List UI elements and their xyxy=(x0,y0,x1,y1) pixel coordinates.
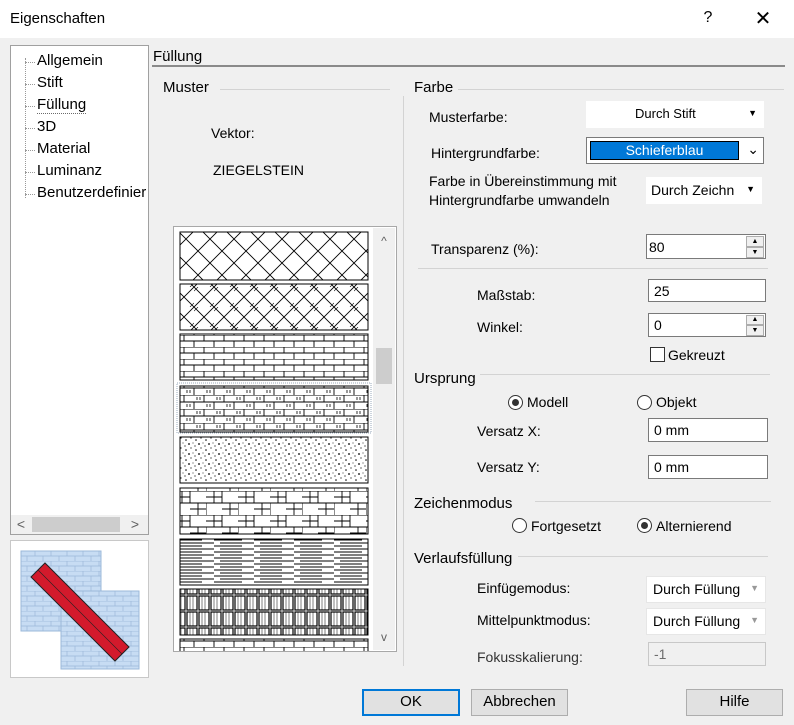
gekreuzt-label: Gekreuzt xyxy=(668,347,725,363)
einfuegemodus-label: Einfügemodus: xyxy=(477,580,571,596)
fokusskalierung-field[interactable]: -1 xyxy=(648,642,766,666)
spin-down-icon[interactable]: ▼ xyxy=(746,247,764,258)
fortgesetzt-radio[interactable] xyxy=(512,518,527,533)
tree-item-allgemein[interactable]: Allgemein xyxy=(37,52,103,69)
chevron-down-icon: ▼ xyxy=(746,184,755,194)
convert-value: Durch Zeichn xyxy=(651,182,735,198)
convert-label-line1: Farbe in Übereinstimmung mit xyxy=(429,173,617,189)
column-divider xyxy=(403,96,404,666)
transparenz-field[interactable]: 80 ▲ ▼ xyxy=(646,234,766,259)
musterfarbe-label: Musterfarbe: xyxy=(429,109,508,125)
versatz-x-label: Versatz X: xyxy=(477,423,541,439)
versatz-y-field[interactable]: 0 mm xyxy=(648,455,768,479)
ok-button[interactable]: OK xyxy=(362,689,460,716)
farbe-heading: Farbe xyxy=(414,79,454,96)
preview-image xyxy=(20,550,140,670)
fokusskalierung-value: -1 xyxy=(654,646,667,662)
pattern-list[interactable] xyxy=(173,226,397,652)
title-bar xyxy=(0,0,794,38)
pattern-name: ZIEGELSTEIN xyxy=(213,162,305,178)
musterfarbe-dropdown[interactable]: Durch Stift ▼ xyxy=(586,101,764,128)
transparenz-value: 80 xyxy=(649,239,665,255)
scroll-up-icon[interactable]: ^ xyxy=(375,234,393,248)
spin-up-icon[interactable]: ▲ xyxy=(746,236,764,247)
tree-item-fuellung[interactable]: Füllung xyxy=(37,96,87,114)
pattern-vertical-scrollbar[interactable] xyxy=(373,228,395,650)
scroll-right-icon[interactable]: > xyxy=(128,516,142,532)
mittelpunktmodus-dropdown[interactable]: Durch Füllung ▼ xyxy=(646,608,766,635)
tab-title: Füllung xyxy=(153,48,203,65)
pattern-swatch[interactable] xyxy=(179,487,369,535)
hintergrundfarbe-label: Hintergrundfarbe: xyxy=(431,145,540,161)
versatz-x-value: 0 mm xyxy=(654,422,689,438)
scroll-thumb[interactable] xyxy=(32,517,120,532)
tree-item-material[interactable]: Material xyxy=(37,140,90,157)
spin-down-icon[interactable]: ▼ xyxy=(746,325,764,336)
scroll-left-icon[interactable]: < xyxy=(14,516,28,532)
alternierend-label: Alternierend xyxy=(656,518,732,534)
fokusskalierung-label: Fokusskalierung: xyxy=(477,649,583,665)
versatz-y-value: 0 mm xyxy=(654,459,689,475)
help-button[interactable]: Hilfe xyxy=(686,689,783,716)
fortgesetzt-label: Fortgesetzt xyxy=(531,518,602,534)
tree-item-stift[interactable]: Stift xyxy=(37,74,63,91)
winkel-field[interactable]: 0 ▲ ▼ xyxy=(648,313,766,337)
einfuegemodus-dropdown[interactable]: Durch Füllung ▼ xyxy=(646,576,766,603)
mittelpunktmodus-value: Durch Füllung xyxy=(653,613,741,629)
pattern-swatch[interactable] xyxy=(179,588,369,636)
objekt-radio[interactable] xyxy=(637,395,652,410)
musterfarbe-value: Durch Stift xyxy=(635,106,696,121)
massstab-field[interactable]: 25 xyxy=(648,279,766,302)
help-icon[interactable]: ? xyxy=(696,6,720,30)
muster-heading: Muster xyxy=(163,79,209,96)
vector-label: Vektor: xyxy=(211,125,255,141)
pattern-swatch[interactable] xyxy=(179,283,369,331)
chevron-down-icon: ⌄ xyxy=(747,141,759,157)
modell-label: Modell xyxy=(527,394,569,410)
window-title: Eigenschaften xyxy=(10,10,106,27)
modell-radio[interactable] xyxy=(508,395,523,410)
mittelpunktmodus-label: Mittelpunktmodus: xyxy=(477,612,591,628)
convert-label-line2: Hintergrundfarbe umwandeln xyxy=(429,192,610,208)
tab-underline xyxy=(152,65,785,67)
chevron-down-icon: ▼ xyxy=(748,108,757,118)
alternierend-radio[interactable] xyxy=(637,518,652,533)
fill-preview xyxy=(10,540,149,678)
chevron-down-icon: ▼ xyxy=(750,583,759,593)
tree-item-luminanz[interactable]: Luminanz xyxy=(37,162,102,179)
massstab-label: Maßstab: xyxy=(477,287,536,303)
convert-dropdown[interactable]: Durch Zeichn ▼ xyxy=(646,177,762,204)
cancel-button[interactable]: Abbrechen xyxy=(471,689,568,716)
close-icon[interactable]: ✕ xyxy=(748,6,778,32)
pattern-swatch[interactable] xyxy=(179,638,369,651)
pattern-swatch[interactable] xyxy=(179,538,369,586)
chevron-down-icon: ▼ xyxy=(750,615,759,625)
scroll-down-icon[interactable]: v xyxy=(375,630,393,644)
hintergrundfarbe-dropdown[interactable]: Schieferblau ⌄ xyxy=(586,137,764,164)
tree-item-3d[interactable]: 3D xyxy=(37,118,56,135)
pattern-swatch[interactable] xyxy=(179,231,369,281)
hintergrundfarbe-swatch: Schieferblau xyxy=(590,141,739,160)
ursprung-heading: Ursprung xyxy=(414,370,476,387)
massstab-value: 25 xyxy=(654,283,670,299)
gekreuzt-checkbox[interactable] xyxy=(650,347,665,362)
einfuegemodus-value: Durch Füllung xyxy=(653,581,741,597)
winkel-value: 0 xyxy=(654,317,662,333)
versatz-y-label: Versatz Y: xyxy=(477,459,540,475)
spin-up-icon[interactable]: ▲ xyxy=(746,315,764,325)
versatz-x-field[interactable]: 0 mm xyxy=(648,418,768,442)
winkel-label: Winkel: xyxy=(477,319,523,335)
objekt-label: Objekt xyxy=(656,394,697,410)
scroll-thumb[interactable] xyxy=(376,348,392,384)
category-tree[interactable]: Allgemein Stift Füllung 3D Material Lumi… xyxy=(10,45,149,535)
pattern-swatch[interactable] xyxy=(179,436,369,484)
pattern-swatch-selected[interactable] xyxy=(179,385,369,433)
zeichenmodus-heading: Zeichenmodus xyxy=(414,495,513,512)
pattern-swatch[interactable] xyxy=(179,333,369,381)
tree-item-benutzerdefiniert[interactable]: Benutzerdefinier xyxy=(37,184,146,201)
transparenz-label: Transparenz (%): xyxy=(431,241,539,257)
verlauf-heading: Verlaufsfüllung xyxy=(414,550,513,567)
